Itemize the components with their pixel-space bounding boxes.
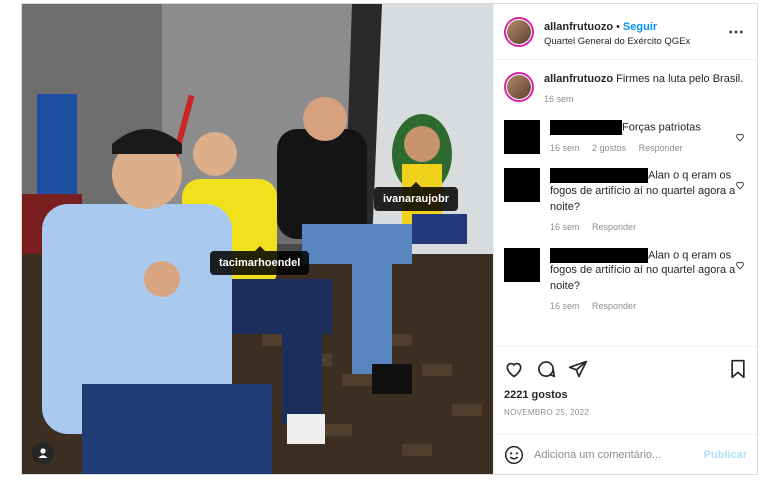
instagram-post: tacimarhoendel ivanaraujobr allanfrutuoz… <box>21 3 758 475</box>
photo-tag[interactable]: tacimarhoendel <box>210 246 310 275</box>
comment-icon[interactable] <box>536 359 556 379</box>
comment-time: 16 sem <box>550 301 580 312</box>
share-icon[interactable] <box>568 359 588 379</box>
publish-button[interactable]: Publicar <box>704 449 747 461</box>
post-actions: 2221 gostos NOVEMBRO 25, 2022 <box>494 346 757 434</box>
comment-input[interactable] <box>534 448 704 461</box>
redacted-avatar <box>504 119 540 154</box>
comment: Alan o q eram os fogos de artifício aí n… <box>504 168 747 233</box>
avatar[interactable] <box>504 16 534 47</box>
bookmark-icon[interactable] <box>729 359 747 379</box>
user-icon <box>38 448 48 458</box>
more-icon[interactable]: ⋯ <box>728 22 745 42</box>
reply-button[interactable]: Responder <box>592 222 636 232</box>
add-comment-bar: Publicar <box>494 434 757 474</box>
photo-scene <box>22 4 493 474</box>
post-header: allanfrutuozo • Seguir Quartel General do … <box>494 4 757 60</box>
redacted-avatar <box>504 247 540 282</box>
redacted-avatar <box>504 168 540 203</box>
follow-button[interactable]: Seguir <box>623 21 657 33</box>
comment-time: 16 sem <box>550 142 580 153</box>
comment-text: Forças patriotas <box>622 121 701 134</box>
comment: Forças patriotas 16 sem 2 gostos Respond… <box>504 119 747 154</box>
photo-tag[interactable]: ivanaraujobr <box>374 182 459 211</box>
location-link[interactable]: Quartel General do Exército QGEx <box>544 36 728 48</box>
comment-likes[interactable]: 2 gostos <box>592 143 626 153</box>
heart-icon[interactable] <box>504 359 524 379</box>
post-date: NOVEMBRO 25, 2022 <box>504 408 590 417</box>
header-username[interactable]: allanfrutuozo <box>544 21 613 33</box>
heart-icon[interactable] <box>735 180 745 190</box>
reply-button[interactable]: Responder <box>592 301 636 311</box>
comments-list: allanfrutuozo Firmes na luta pelo Brasil… <box>494 60 757 346</box>
caption-time: 16 sem <box>544 94 574 105</box>
comment-time: 16 sem <box>550 221 580 232</box>
likes-count[interactable]: 2221 gostos <box>504 389 747 401</box>
redacted-username <box>550 119 622 135</box>
avatar[interactable] <box>504 72 534 102</box>
heart-icon[interactable] <box>735 260 745 270</box>
separator-dot: • <box>616 20 620 33</box>
caption-username[interactable]: allanfrutuozo <box>544 73 613 85</box>
caption-text: Firmes na luta pelo Brasil. <box>616 73 744 85</box>
tagged-users-button[interactable] <box>32 442 54 464</box>
post-photo[interactable]: tacimarhoendel ivanaraujobr <box>22 4 493 474</box>
redacted-username <box>550 247 648 263</box>
heart-icon[interactable] <box>735 132 745 142</box>
reply-button[interactable]: Responder <box>639 143 683 153</box>
emoji-icon[interactable] <box>504 445 524 465</box>
post-sidebar: allanfrutuozo • Seguir Quartel General do … <box>493 4 757 474</box>
caption: allanfrutuozo Firmes na luta pelo Brasil… <box>504 72 747 106</box>
comment: Alan o q eram os fogos de artifício aí n… <box>504 247 747 313</box>
redacted-username <box>550 168 648 184</box>
